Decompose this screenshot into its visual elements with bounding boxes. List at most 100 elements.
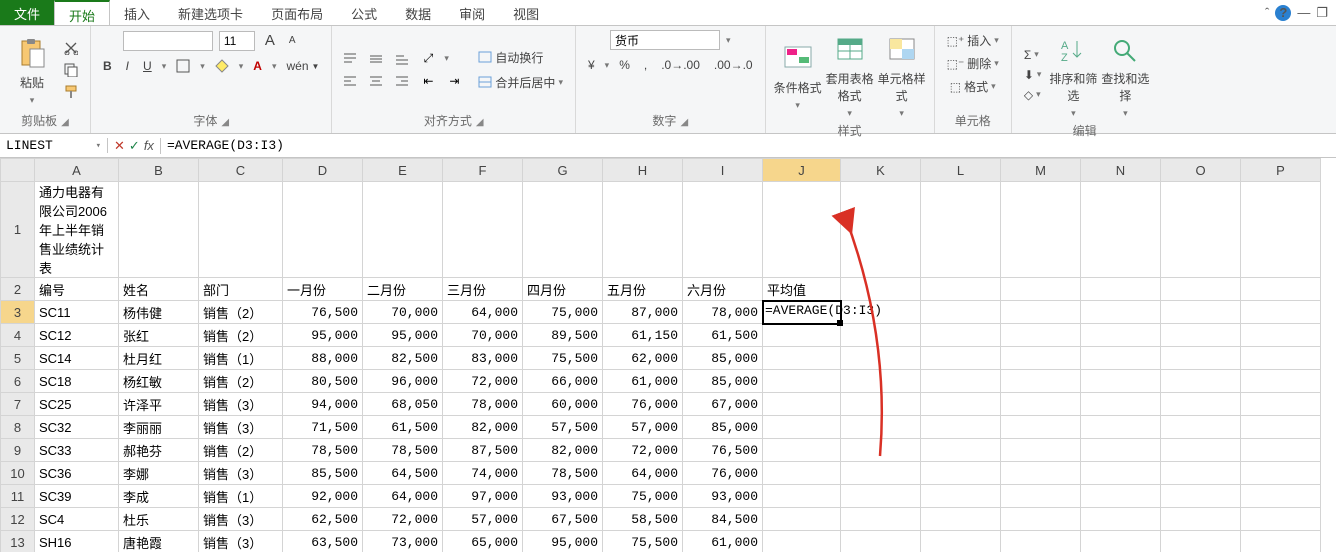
- tab-pagelayout[interactable]: 页面布局: [257, 0, 337, 25]
- delete-cells-button[interactable]: ⬚⁻ 删除 ▾: [943, 53, 1003, 74]
- cell[interactable]: [1241, 416, 1321, 439]
- ribbon-collapse-icon[interactable]: ˆ: [1265, 5, 1269, 20]
- cell[interactable]: [1081, 347, 1161, 370]
- cell-value[interactable]: 74,000: [443, 462, 523, 485]
- merge-center-button[interactable]: 合并后居中 ▾: [474, 72, 567, 93]
- cell-value[interactable]: 62,000: [603, 347, 683, 370]
- font-size-input[interactable]: [219, 31, 255, 51]
- cell-value[interactable]: 85,500: [283, 462, 363, 485]
- cell-name[interactable]: 许泽平: [119, 393, 199, 416]
- cell-dept[interactable]: 销售（3）: [199, 393, 283, 416]
- cell-value[interactable]: 61,500: [683, 324, 763, 347]
- comma-button[interactable]: ,: [640, 56, 651, 74]
- cell[interactable]: [1161, 531, 1241, 552]
- cell-value[interactable]: 75,500: [603, 531, 683, 552]
- cell-value[interactable]: 78,000: [683, 301, 763, 324]
- cell[interactable]: [1001, 439, 1081, 462]
- cell-value[interactable]: 78,500: [283, 439, 363, 462]
- cell[interactable]: [921, 301, 1001, 324]
- col-header-F[interactable]: F: [443, 159, 523, 182]
- cell[interactable]: [443, 182, 523, 278]
- sort-filter-button[interactable]: AZ 排序和筛选▾: [1049, 30, 1097, 119]
- cell-dept[interactable]: 销售（3）: [199, 416, 283, 439]
- cell-name[interactable]: 杜乐: [119, 508, 199, 531]
- cell[interactable]: [841, 485, 921, 508]
- decrease-decimal-button[interactable]: .00→.0: [710, 56, 757, 74]
- align-bottom-button[interactable]: [392, 50, 412, 68]
- cell[interactable]: [1001, 416, 1081, 439]
- cell[interactable]: [841, 324, 921, 347]
- tab-file[interactable]: 文件: [0, 0, 54, 25]
- cell-value[interactable]: 70,000: [363, 301, 443, 324]
- cell-name[interactable]: 杜月红: [119, 347, 199, 370]
- align-left-button[interactable]: [340, 72, 360, 90]
- cell[interactable]: [841, 347, 921, 370]
- cell[interactable]: [1001, 508, 1081, 531]
- cell-id[interactable]: SC4: [35, 508, 119, 531]
- cell-value[interactable]: 82,000: [443, 416, 523, 439]
- cell[interactable]: [921, 370, 1001, 393]
- cell-dept[interactable]: 销售（3）: [199, 462, 283, 485]
- row-header-8[interactable]: 8: [1, 416, 35, 439]
- border-button[interactable]: [172, 57, 194, 75]
- insert-cells-button[interactable]: ⬚⁺ 插入 ▾: [943, 30, 1003, 51]
- cell[interactable]: [921, 347, 1001, 370]
- cell-value[interactable]: 94,000: [283, 393, 363, 416]
- find-select-button[interactable]: 查找和选择▾: [1101, 30, 1149, 119]
- wrap-text-button[interactable]: 自动换行: [474, 47, 567, 68]
- cell-value[interactable]: 61,000: [683, 531, 763, 552]
- row-header-4[interactable]: 4: [1, 324, 35, 347]
- cell-id[interactable]: SC14: [35, 347, 119, 370]
- cell-name[interactable]: 李丽丽: [119, 416, 199, 439]
- cancel-edit-button[interactable]: ✕: [114, 138, 125, 154]
- cell[interactable]: [119, 182, 199, 278]
- cell-value[interactable]: 72,000: [363, 508, 443, 531]
- cell[interactable]: [1081, 301, 1161, 324]
- cell-value[interactable]: 64,500: [363, 462, 443, 485]
- cell-dept[interactable]: 销售（2）: [199, 324, 283, 347]
- cell[interactable]: [841, 462, 921, 485]
- italic-button[interactable]: I: [122, 57, 133, 75]
- cell-value[interactable]: 67,000: [683, 393, 763, 416]
- tab-newtab[interactable]: 新建选项卡: [164, 0, 257, 25]
- col-header-I[interactable]: I: [683, 159, 763, 182]
- cell-id[interactable]: SC32: [35, 416, 119, 439]
- format-painter-button[interactable]: [60, 83, 82, 101]
- font-dlg-icon[interactable]: ◢: [221, 117, 229, 128]
- cell[interactable]: [841, 416, 921, 439]
- cell-value[interactable]: 65,000: [443, 531, 523, 552]
- cell[interactable]: [921, 182, 1001, 278]
- cell-value[interactable]: 68,050: [363, 393, 443, 416]
- cell-value[interactable]: 58,500: [603, 508, 683, 531]
- cell[interactable]: [921, 531, 1001, 552]
- row-header-5[interactable]: 5: [1, 347, 35, 370]
- cell[interactable]: [763, 182, 841, 278]
- number-dlg-icon[interactable]: ◢: [680, 117, 688, 128]
- cell[interactable]: [363, 182, 443, 278]
- cell-dept[interactable]: 销售（1）: [199, 347, 283, 370]
- cell[interactable]: [1001, 370, 1081, 393]
- col-header-D[interactable]: D: [283, 159, 363, 182]
- cell-value[interactable]: 78,500: [363, 439, 443, 462]
- cell[interactable]: [1001, 393, 1081, 416]
- cell-J6[interactable]: [763, 370, 841, 393]
- cell-J12[interactable]: [763, 508, 841, 531]
- cell[interactable]: [1001, 531, 1081, 552]
- row-header-12[interactable]: 12: [1, 508, 35, 531]
- format-cells-button[interactable]: ⬚ 格式 ▾: [946, 76, 1000, 97]
- cell-dept[interactable]: 销售（3）: [199, 508, 283, 531]
- cell[interactable]: [1161, 182, 1241, 278]
- paste-button[interactable]: 粘贴 ▾: [8, 34, 56, 106]
- indent-increase-button[interactable]: ⇥: [444, 72, 464, 90]
- cell-J3[interactable]: =AVERAGE(D3:I3): [763, 301, 841, 324]
- cell-value[interactable]: 95,000: [283, 324, 363, 347]
- cell-J7[interactable]: [763, 393, 841, 416]
- tab-review[interactable]: 审阅: [445, 0, 499, 25]
- cell-value[interactable]: 71,500: [283, 416, 363, 439]
- cell-id[interactable]: SC11: [35, 301, 119, 324]
- grow-font-button[interactable]: A: [261, 30, 279, 51]
- align-right-button[interactable]: [392, 72, 412, 90]
- cell-value[interactable]: 66,000: [523, 370, 603, 393]
- formula-input[interactable]: =AVERAGE(D3:I3): [161, 138, 1336, 153]
- accounting-format-button[interactable]: ¥: [584, 56, 599, 74]
